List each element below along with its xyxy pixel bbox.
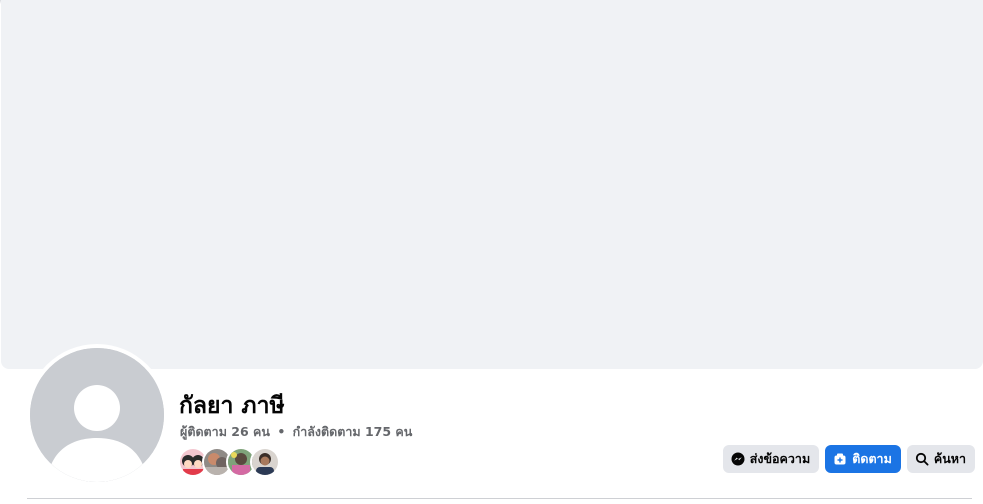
profile-name: กัลยา ภาษี [179,393,285,419]
cover-photo[interactable] [1,0,983,369]
following-count[interactable]: กำลังติดตาม 175 คน [293,424,413,439]
follow-stats: ผู้ติดตาม 26 คน • กำลังติดตาม 175 คน [180,422,412,442]
follow-icon [833,452,847,466]
avatar-person-icon [252,449,278,475]
message-button[interactable]: ส่งข้อความ [722,445,820,473]
stats-separator: • [277,424,286,439]
profile-picture-frame [26,344,168,486]
message-button-label: ส่งข้อความ [749,451,811,466]
friend-avatars [178,447,280,477]
search-button-label: ค้นหา [933,451,966,466]
search-button[interactable]: ค้นหา [906,445,975,473]
profile-picture[interactable] [30,348,164,482]
section-divider [27,498,972,499]
followers-count[interactable]: ผู้ติดตาม 26 คน [180,424,270,439]
friend-avatar-4[interactable] [250,447,280,477]
messenger-icon [731,452,745,466]
default-avatar-icon [30,348,164,482]
follow-button[interactable]: ติดตาม [825,445,901,473]
search-icon [915,452,929,466]
profile-actions: ส่งข้อความ ติดตาม ค้นหา [722,445,975,473]
follow-button-label: ติดตาม [852,451,892,466]
